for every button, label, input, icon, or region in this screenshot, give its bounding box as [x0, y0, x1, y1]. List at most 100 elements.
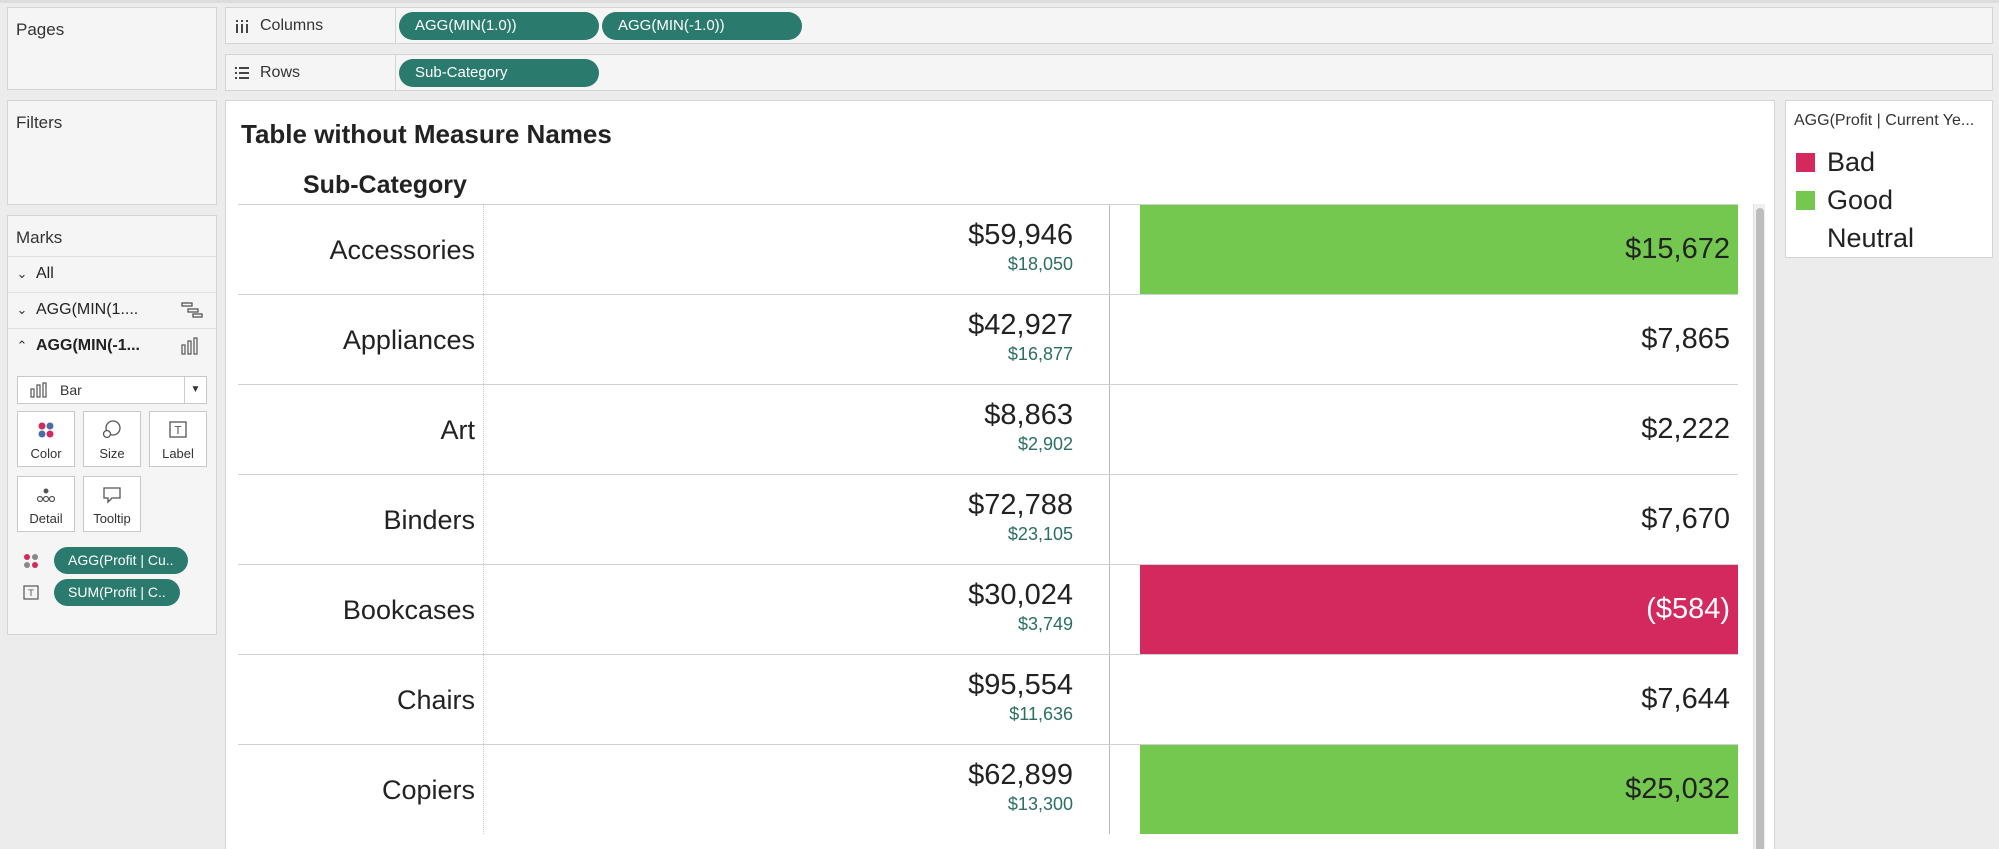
sales-sub-value: $16,877 [1007, 344, 1073, 364]
marks-field-label: T SUM(Profit | C.. [22, 579, 180, 606]
detail-dots-icon [35, 485, 57, 505]
sales-cell[interactable]: $95,554 $11,636 [484, 655, 1110, 744]
vertical-scrollbar[interactable] [1753, 204, 1765, 849]
sales-cell[interactable]: $72,788 $23,105 [484, 475, 1110, 564]
chevron-up-icon: ⌃ [16, 337, 28, 353]
tooltip-button-label: Tooltip [93, 511, 131, 526]
column-pill[interactable]: AGG(MIN(-1.0)) [602, 11, 802, 40]
size-button-label: Size [99, 446, 125, 461]
marks-card: Marks ⌄ All ⌄ AGG(MIN(1.... ⌃ AGG(MIN(-1… [7, 215, 217, 635]
tooltip-button[interactable]: Tooltip [83, 476, 141, 532]
viz-title: Table without Measure Names [241, 119, 612, 149]
category-cell[interactable]: Accessories [238, 205, 484, 294]
table-row: Accessories $59,946 $18,050 $15,672 [238, 204, 1738, 294]
category-cell[interactable]: Binders [238, 475, 484, 564]
pages-card[interactable]: Pages [7, 7, 217, 90]
color-legend: AGG(Profit | Current Ye... Bad Good Neut… [1785, 100, 1993, 258]
mark-type-label: Bar [60, 382, 82, 398]
legend-swatch [1796, 191, 1815, 210]
sales-value: $59,946 [968, 219, 1073, 251]
sales-cell[interactable]: $62,899 $13,300 [484, 745, 1110, 834]
sales-cell[interactable]: $30,024 $3,749 [484, 565, 1110, 654]
row-pill[interactable]: Sub-Category [399, 58, 599, 87]
scrollbar-thumb[interactable] [1756, 208, 1764, 849]
marks-all-row[interactable]: ⌄ All [8, 256, 216, 290]
bar-chart-icon [30, 382, 54, 398]
profit-bar[interactable]: $7,670 [1140, 475, 1738, 564]
column-pill[interactable]: AGG(MIN(1.0)) [399, 11, 599, 40]
color-button-label: Color [30, 446, 62, 461]
top-strip [0, 0, 1999, 3]
sales-sub-value: $2,902 [1017, 434, 1073, 454]
legend-label: Bad [1827, 147, 1876, 177]
columns-label: Columns [260, 16, 324, 34]
sales-value: $72,788 [968, 489, 1073, 521]
label-button[interactable]: T Label [149, 411, 207, 467]
detail-button-label: Detail [29, 511, 63, 526]
sales-cell[interactable]: $59,946 $18,050 [484, 205, 1110, 294]
sub-category-header[interactable]: Sub-Category [303, 171, 467, 200]
sales-value: $62,899 [968, 759, 1073, 791]
legend-title[interactable]: AGG(Profit | Current Ye... [1794, 112, 1989, 130]
legend-label: Good [1827, 185, 1894, 215]
marks-card-agg-min-1[interactable]: ⌄ AGG(MIN(1.... [8, 292, 216, 326]
rows-shelf-label: Rows [226, 55, 396, 90]
sales-cell[interactable]: $8,863 $2,902 [484, 385, 1110, 474]
sales-sub-value: $13,300 [1007, 794, 1073, 814]
sales-value: $30,024 [968, 579, 1073, 611]
pages-title: Pages [16, 20, 65, 39]
table-row: Copiers $62,899 $13,300 $25,032 [238, 744, 1738, 834]
chevron-down-icon[interactable]: ▼ [184, 377, 206, 403]
category-cell[interactable]: Copiers [238, 745, 484, 834]
color-button[interactable]: Color [17, 411, 75, 467]
category-cell[interactable]: Appliances [238, 295, 484, 384]
table-row: Bookcases $30,024 $3,749 ($584) [238, 564, 1738, 654]
sales-sub-value: $3,749 [1017, 614, 1073, 634]
columns-icon [234, 18, 250, 34]
sales-cell[interactable]: $42,927 $16,877 [484, 295, 1110, 384]
category-cell[interactable]: Art [238, 385, 484, 474]
sales-sub-value: $11,636 [1009, 704, 1073, 724]
table-row: Chairs $95,554 $11,636 $7,644 [238, 654, 1738, 744]
chevron-down-icon: ⌄ [16, 301, 28, 317]
color-dots-icon [22, 553, 40, 569]
filters-card[interactable]: Filters [7, 100, 217, 205]
size-button[interactable]: Size [83, 411, 141, 467]
filters-title: Filters [16, 113, 63, 132]
marks-field-color: AGG(Profit | Cu.. [22, 547, 188, 574]
detail-button[interactable]: Detail [17, 476, 75, 532]
sales-sub-value: $23,105 [1007, 524, 1073, 544]
rows-icon [234, 65, 250, 81]
profit-bar[interactable]: $15,672 [1140, 205, 1738, 294]
marks-all-label: All [36, 264, 54, 282]
speech-bubble-icon [101, 485, 123, 505]
legend-item-neutral[interactable]: Neutral [1796, 223, 1914, 254]
table-row: Binders $72,788 $23,105 $7,670 [238, 474, 1738, 564]
viz-area: Table without Measure Names Sub-Category… [225, 100, 1775, 849]
category-cell[interactable]: Bookcases [238, 565, 484, 654]
sales-sub-value: $18,050 [1007, 254, 1073, 274]
profit-bar[interactable]: $7,644 [1140, 655, 1738, 744]
label-button-label: Label [162, 446, 194, 461]
svg-text:T: T [27, 589, 34, 599]
profit-bar[interactable]: $25,032 [1140, 745, 1738, 834]
sales-value: $42,927 [968, 309, 1073, 341]
size-icon [101, 420, 123, 440]
category-cell[interactable]: Chairs [238, 655, 484, 744]
svg-text:T: T [174, 424, 182, 437]
table-row: Appliances $42,927 $16,877 $7,865 [238, 294, 1738, 384]
profit-label-pill[interactable]: SUM(Profit | C.. [54, 579, 180, 606]
legend-item-bad[interactable]: Bad [1796, 147, 1875, 178]
mark-type-select[interactable]: Bar ▼ [17, 376, 207, 404]
viz-table: Accessories $59,946 $18,050 $15,672 Applianc… [238, 204, 1738, 834]
profit-bar[interactable]: ($584) [1140, 565, 1738, 654]
legend-label: Neutral [1827, 223, 1915, 253]
profit-bar[interactable]: $7,865 [1140, 295, 1738, 384]
marks-card-label: AGG(MIN(1.... [36, 300, 139, 318]
sales-value: $95,554 [968, 669, 1073, 701]
profit-bar[interactable]: $2,222 [1140, 385, 1738, 474]
legend-item-good[interactable]: Good [1796, 185, 1893, 216]
profit-color-pill[interactable]: AGG(Profit | Cu.. [54, 547, 188, 574]
color-dots-icon [35, 420, 57, 440]
marks-card-agg-min-neg1[interactable]: ⌃ AGG(MIN(-1... [8, 328, 216, 362]
